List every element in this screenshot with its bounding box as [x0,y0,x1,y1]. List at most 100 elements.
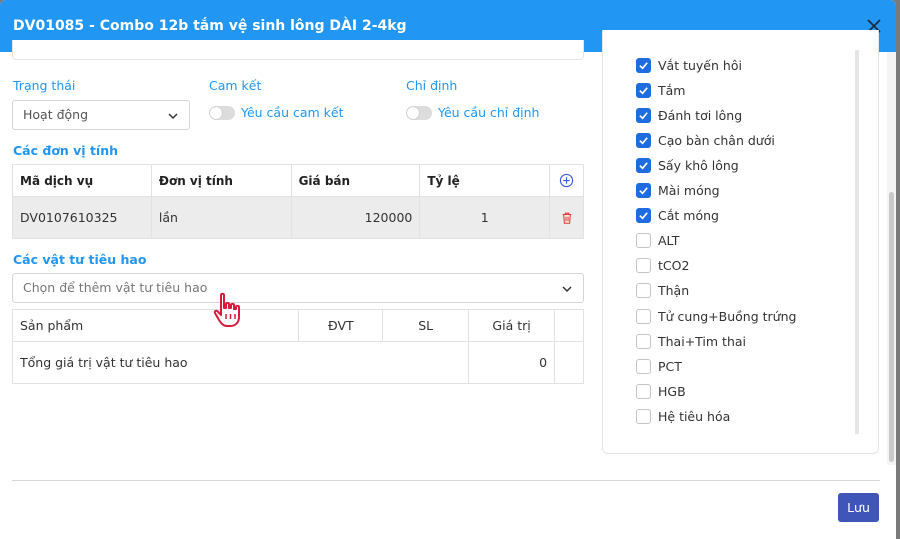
checklist-item-label: PCT [658,358,682,374]
checklist-item-label: Mài móng [658,183,720,198]
checklist-item[interactable]: PCT [636,356,682,376]
hand-pointer-icon [213,292,240,327]
checklist-item-label: Sấy khô lông [658,157,739,173]
assignment-toggle-label: Yêu cầu chỉ định [438,105,540,120]
checklist-item[interactable]: Cạo bàn chân dưới [636,130,775,150]
commitment-label: Cam kết [209,78,262,93]
checklist-item[interactable]: Mài móng [636,181,720,201]
checkbox[interactable] [636,57,651,73]
check-icon [639,61,648,69]
status-value: Hoạt động [23,107,89,122]
check-icon [639,111,648,120]
materials-placeholder: Chọn để thêm vật tư tiêu hao [23,280,208,295]
check-icon [639,86,648,95]
checklist-item-label: HGB [658,383,686,399]
total-label: Tổng giá trị vật tư tiêu hao [11,341,469,384]
checklist-item-label: Thận [658,283,690,299]
checkbox[interactable] [636,183,651,198]
checklist-item[interactable]: Tắm [636,80,685,100]
checkbox[interactable] [636,107,651,123]
checklist-item[interactable]: Sấy khô lông [636,155,739,175]
materials-select[interactable]: Chọn để thêm vật tư tiêu hao [12,273,584,303]
add-unit-cell [549,164,584,197]
checklist-item[interactable]: tCO2 [636,256,689,276]
checkbox[interactable] [636,233,651,249]
checklist-item-label: Đánh tơi lông [658,107,743,123]
checklist-item-label: Cắt móng [658,208,719,224]
checklist-item-label: Vắt tuyến hôi [658,57,742,73]
footer-divider [12,480,880,481]
plus-circle-icon[interactable] [559,173,574,188]
trash-icon[interactable] [560,211,574,225]
status-select[interactable]: Hoạt động [12,100,190,130]
cell-price: 120000 [290,196,421,239]
col-ratio: Tỷ lệ [419,164,551,197]
save-button[interactable]: Lưu [838,493,879,522]
checklist-item[interactable]: Vắt tuyến hôi [636,55,742,75]
chevron-down-icon [168,113,178,120]
modal-scrollbar-thumb[interactable] [889,192,894,462]
checkbox[interactable] [636,82,651,98]
checklist-item[interactable]: ALT [636,231,679,251]
service-edit-modal: DV01085 - Combo 12b tắm vệ sinh lông DÀI… [0,0,896,539]
check-icon [639,212,648,220]
commitment-toggle[interactable] [209,106,235,120]
checkbox[interactable] [636,408,651,424]
checkbox[interactable] [636,383,651,399]
col-service-code: Mã dịch vụ [12,164,152,197]
check-icon [639,162,648,170]
total-actions [554,341,584,384]
checklist-item-label: Thai+Tim thai [658,333,746,349]
check-icon [639,137,648,145]
materials-header-row: Sản phẩm ĐVT SL Giá trị [11,309,584,342]
col-uom: ĐVT [298,309,384,342]
checkbox[interactable] [636,208,651,224]
materials-table: Sản phẩm ĐVT SL Giá trị Tổng giá trị vật… [11,309,584,384]
checklist-item[interactable]: Đánh tơi lông [636,105,742,125]
cell-ratio: 1 [419,196,551,239]
col-actions [554,309,584,342]
checklist-item[interactable]: HGB [636,381,686,401]
table-row: DV0107610325 lần 120000 1 [12,196,584,239]
units-section-title: Các đơn vị tính [13,143,118,158]
total-value: 0 [468,341,556,384]
assignment-toggle[interactable] [406,106,432,120]
checklist-item-label: Cạo bàn chân dưới [658,132,775,148]
checkbox[interactable] [636,333,651,349]
checklist-item[interactable]: Tử cung+Buồng trứng [636,306,796,326]
checkbox[interactable] [636,157,651,173]
col-price: Giá bán [290,164,421,197]
checklist-item[interactable]: Cắt móng [636,206,719,226]
col-qty: SL [382,309,470,342]
materials-total-row: Tổng giá trị vật tư tiêu hao 0 [11,341,584,384]
checklist-item[interactable]: Thai+Tim thai [636,331,746,351]
cell-service-code: DV0107610325 [12,196,152,239]
commitment-toggle-label: Yêu cầu cam kết [241,105,344,120]
checklist-panel: Vắt tuyến hôi Tắm Đánh tơi lông Cạo bàn châ… [602,30,879,454]
cell-unit: lần [150,196,292,239]
checkbox[interactable] [636,258,651,274]
checklist-item[interactable]: Hệ tiêu hóa [636,406,730,426]
checklist-item[interactable]: Thận [636,281,689,301]
checklist-item-label: ALT [658,233,680,249]
checkbox[interactable] [636,308,651,324]
modal-scrollbar[interactable] [887,52,896,465]
col-value: Giá trị [468,309,556,342]
checklist-item-label: Tử cung+Buồng trứng [658,308,797,324]
materials-section-title: Các vật tư tiêu hao [13,252,147,267]
checkbox[interactable] [636,283,651,299]
checklist-item-label: tCO2 [658,258,690,274]
delete-unit-cell [549,196,584,239]
chevron-down-icon [562,286,572,293]
assignment-label: Chỉ định [406,78,458,93]
modal-title: DV01085 - Combo 12b tắm vệ sinh lông DÀI… [13,18,407,34]
checklist-scrollbar[interactable] [855,50,859,434]
checkbox[interactable] [636,358,651,374]
units-table: Mã dịch vụ Đơn vị tính Giá bán Tỷ lệ DV0… [12,164,584,239]
field-fragment [12,40,584,60]
checkbox[interactable] [636,132,651,148]
checklist-item-label: Hệ tiêu hóa [658,408,731,424]
col-unit: Đơn vị tính [150,164,292,197]
checklist-item-label: Tắm [658,82,686,98]
status-label: Trạng thái [13,78,76,93]
